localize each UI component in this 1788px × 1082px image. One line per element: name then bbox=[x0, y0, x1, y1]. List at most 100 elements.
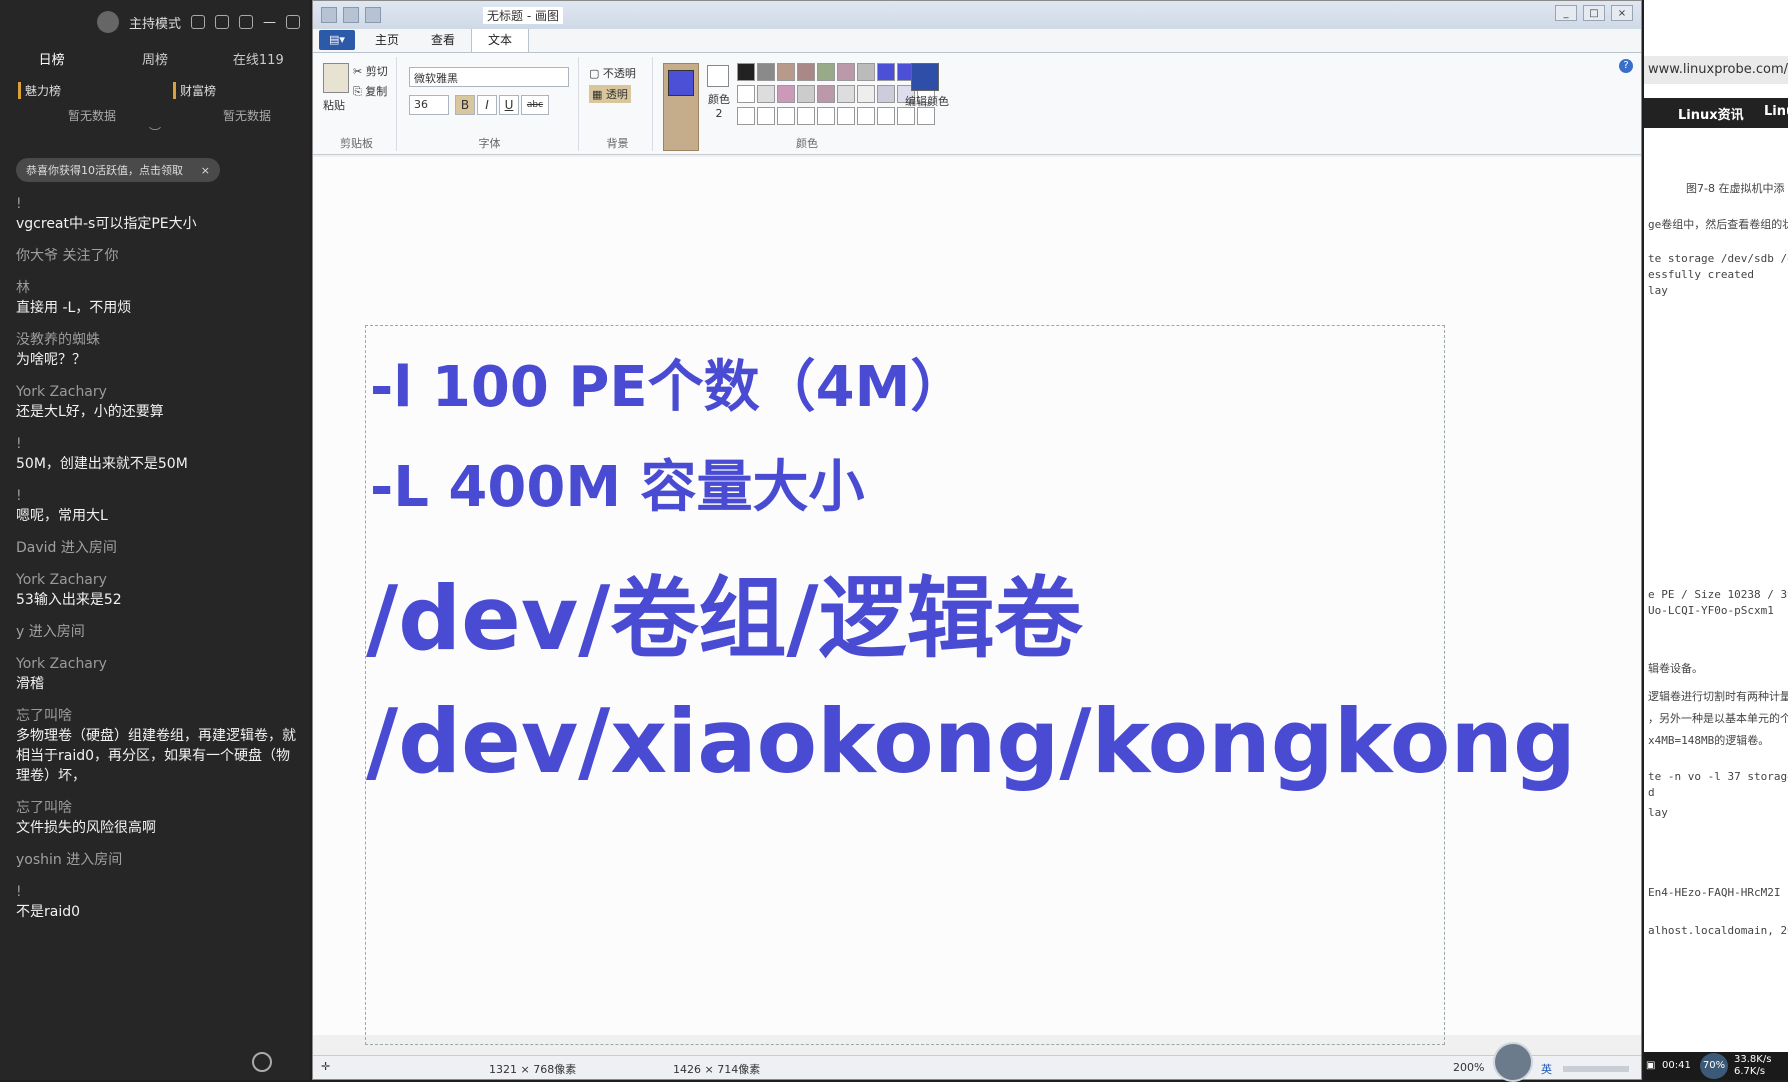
wealth-rank: 财富榜 暂无数据 bbox=[155, 82, 310, 124]
message-username[interactable]: York Zachary bbox=[16, 570, 300, 590]
tab-view[interactable]: 查看 bbox=[415, 27, 471, 52]
minimize-icon[interactable]: — bbox=[263, 15, 276, 30]
palette-swatch[interactable] bbox=[797, 63, 815, 81]
popout-icon[interactable] bbox=[215, 15, 229, 29]
palette-swatch[interactable] bbox=[777, 85, 795, 103]
font-family-select[interactable]: 微软雅黑 bbox=[409, 67, 569, 87]
net-up: 33.8K/s bbox=[1734, 1054, 1772, 1065]
article-line: lay bbox=[1648, 806, 1668, 819]
zoom-slider[interactable] bbox=[1563, 1066, 1629, 1072]
tab-daily[interactable]: 日榜 bbox=[0, 49, 103, 68]
palette-swatch[interactable] bbox=[837, 63, 855, 81]
font-size-select[interactable]: 36 bbox=[409, 95, 449, 115]
palette-swatch[interactable] bbox=[757, 63, 775, 81]
message-text: 53输入出来是52 bbox=[16, 592, 122, 608]
chat-message: yoshin 进入房间 bbox=[16, 850, 300, 870]
palette-swatch[interactable] bbox=[877, 63, 895, 81]
italic-button[interactable]: I bbox=[477, 95, 497, 115]
quick-redo-icon[interactable] bbox=[365, 7, 381, 23]
charm-rank-title: 魅力榜 bbox=[18, 82, 155, 99]
palette-swatch[interactable] bbox=[737, 63, 755, 81]
transparent-button[interactable]: ▦ 透明 bbox=[589, 85, 631, 103]
palette-custom-swatch[interactable] bbox=[737, 107, 755, 125]
bold-button[interactable]: B bbox=[455, 95, 475, 115]
nav-linux-news[interactable]: Linux资讯 bbox=[1678, 104, 1744, 123]
colors-group: 颜色 2 编辑颜色 颜色 bbox=[657, 57, 957, 151]
palette-swatch[interactable] bbox=[757, 85, 775, 103]
palette-swatch[interactable] bbox=[817, 63, 835, 81]
opaque-button[interactable]: ▢ 不透明 bbox=[589, 65, 636, 81]
task-icon[interactable]: ▣ bbox=[1646, 1060, 1655, 1071]
message-username[interactable]: York Zachary bbox=[16, 654, 300, 674]
host-avatar bbox=[96, 11, 119, 33]
palette-swatch[interactable] bbox=[817, 85, 835, 103]
font-group-label: 字体 bbox=[478, 137, 501, 150]
palette-swatch[interactable] bbox=[777, 63, 795, 81]
quick-undo-icon[interactable] bbox=[343, 7, 359, 23]
palette-swatch[interactable] bbox=[857, 63, 875, 81]
underline-button[interactable]: U bbox=[499, 95, 519, 115]
message-username[interactable]: ! bbox=[16, 486, 300, 506]
edit-colors-icon[interactable] bbox=[911, 63, 939, 91]
palette-swatch[interactable] bbox=[877, 85, 895, 103]
palette-custom-swatch[interactable] bbox=[917, 107, 935, 125]
close-button[interactable]: × bbox=[1611, 5, 1633, 21]
palette-custom-swatch[interactable] bbox=[837, 107, 855, 125]
drawing-canvas[interactable]: -l 100 PE个数（4M） -L 400M 容量大小 /dev/卷组/逻辑卷… bbox=[313, 157, 1641, 1045]
palette-swatch[interactable] bbox=[857, 85, 875, 103]
nav-linux-more[interactable]: Linu bbox=[1764, 104, 1788, 119]
color1-swatch bbox=[668, 70, 694, 96]
palette-custom-swatch[interactable] bbox=[757, 107, 775, 125]
palette-custom-swatch[interactable] bbox=[857, 107, 875, 125]
settings-icon[interactable] bbox=[191, 15, 205, 29]
message-text: vgcreat中-s可以指定PE大小 bbox=[16, 216, 197, 232]
message-text: 直接用 -L，不用烦 bbox=[16, 300, 132, 316]
message-username[interactable]: 没教养的蜘蛛 bbox=[16, 330, 300, 350]
help-icon[interactable]: ? bbox=[1619, 59, 1633, 73]
tab-online[interactable]: 在线119 bbox=[207, 49, 310, 68]
edit-colors-button[interactable]: 编辑颜色 bbox=[905, 95, 949, 109]
palette-swatch[interactable] bbox=[797, 85, 815, 103]
ime-indicator[interactable]: 英 bbox=[1541, 1061, 1552, 1077]
article-line: Uo-LCQI-YF0o-pScxm1 bbox=[1648, 604, 1774, 617]
copy-button[interactable]: ⎘ 复制 bbox=[353, 83, 387, 99]
strikethrough-button[interactable]: abc bbox=[521, 95, 549, 115]
message-username[interactable]: 忘了叫啥 bbox=[16, 798, 300, 818]
background-group: ▢ 不透明 ▦ 透明 背景 bbox=[583, 57, 653, 151]
palette-custom-swatch[interactable] bbox=[797, 107, 815, 125]
message-username[interactable]: ! bbox=[16, 194, 300, 214]
palette-swatch[interactable] bbox=[837, 85, 855, 103]
text-box[interactable]: -l 100 PE个数（4M） -L 400M 容量大小 /dev/卷组/逻辑卷… bbox=[365, 325, 1576, 1045]
message-username[interactable]: York Zachary bbox=[16, 382, 300, 402]
menu-icon[interactable] bbox=[239, 15, 253, 29]
article-line: 辑卷设备。 bbox=[1648, 662, 1703, 675]
message-username[interactable]: ! bbox=[16, 434, 300, 454]
palette-custom-swatch[interactable] bbox=[897, 107, 915, 125]
message-username[interactable]: ! bbox=[16, 882, 300, 902]
canvas-line-path-en: /dev/xiaokong/kongkong bbox=[366, 690, 1576, 793]
tab-home[interactable]: 主页 bbox=[359, 27, 415, 52]
tab-text[interactable]: 文本 bbox=[471, 26, 530, 52]
message-text: 多物理卷（硬盘）组建卷组，再建逻辑卷，就相当于raid0，再分区，如果有一个硬盘… bbox=[16, 728, 296, 784]
palette-custom-swatch[interactable] bbox=[877, 107, 895, 125]
message-username[interactable]: 林 bbox=[16, 278, 300, 298]
minimize-button[interactable]: _ bbox=[1555, 5, 1577, 21]
maximize-icon[interactable] bbox=[286, 15, 300, 29]
cut-button[interactable]: ✂ 剪切 bbox=[353, 63, 388, 79]
emoji-icon[interactable] bbox=[252, 1052, 272, 1072]
close-icon[interactable]: × bbox=[201, 164, 210, 177]
message-username[interactable]: 忘了叫啥 bbox=[16, 706, 300, 726]
color2-swatch[interactable] bbox=[707, 65, 729, 87]
palette-swatch[interactable] bbox=[737, 85, 755, 103]
quick-save-icon[interactable] bbox=[321, 7, 337, 23]
site-nav: Linux资讯 Linu bbox=[1644, 98, 1788, 128]
reward-toast[interactable]: 恭喜你获得10活跃值，点击领取 × bbox=[16, 158, 220, 182]
tab-weekly[interactable]: 周榜 bbox=[103, 49, 206, 68]
paint-menu-button[interactable]: ▤▾ bbox=[319, 30, 355, 50]
palette-custom-swatch[interactable] bbox=[777, 107, 795, 125]
collapse-chevron-icon[interactable]: ︶ bbox=[0, 124, 310, 144]
paste-button[interactable]: 粘贴 bbox=[323, 97, 345, 113]
address-bar[interactable]: www.linuxprobe.com/ bbox=[1644, 56, 1788, 84]
palette-custom-swatch[interactable] bbox=[817, 107, 835, 125]
maximize-button[interactable]: □ bbox=[1583, 5, 1605, 21]
